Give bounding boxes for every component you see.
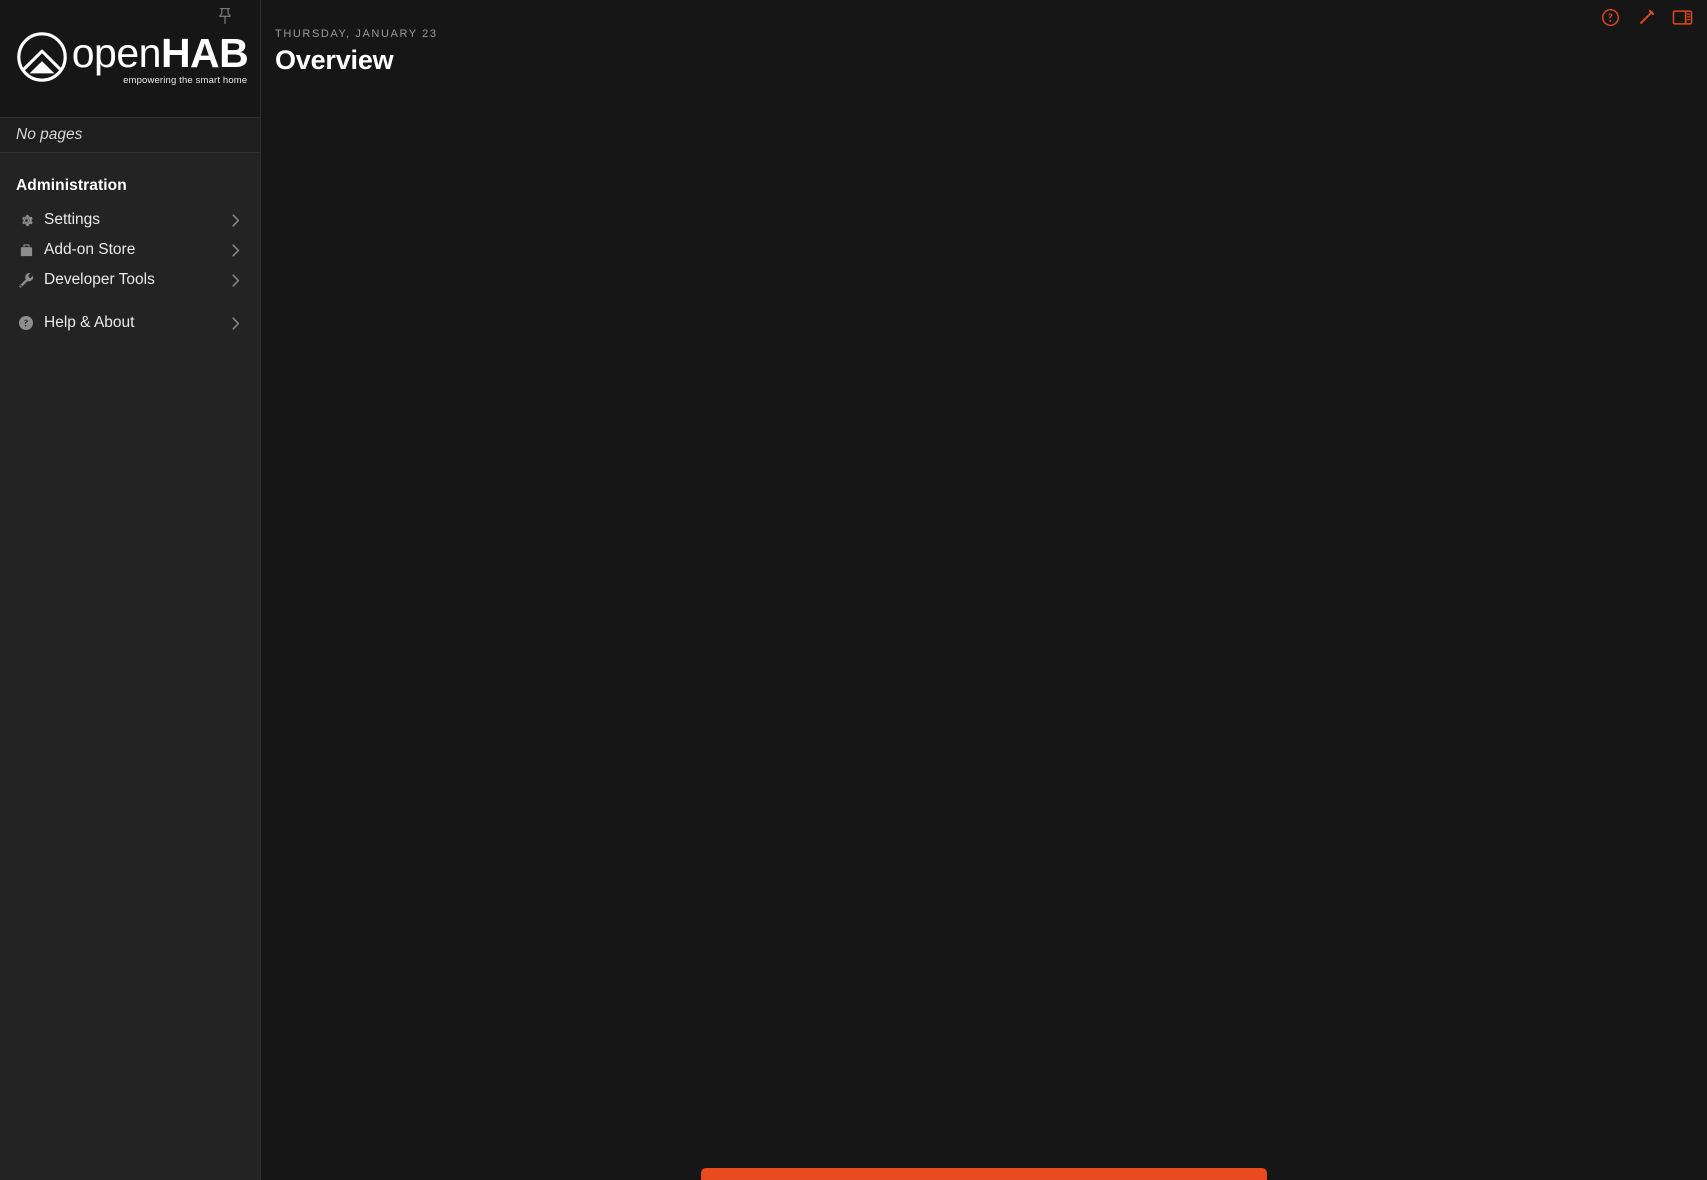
wrench-icon — [16, 270, 36, 290]
admin-nav-list: Settings Add-on Store Developer Tools He… — [0, 205, 260, 338]
nav-separator-gap — [0, 295, 260, 308]
sidebar-item-label: Add-on Store — [44, 241, 136, 258]
openhab-logo-mark — [16, 31, 68, 88]
sidebar-pages-section: No pages — [0, 117, 260, 153]
gear-icon — [16, 210, 36, 230]
edit-pencil-icon[interactable] — [1635, 6, 1657, 28]
sidebar-item-settings[interactable]: Settings — [0, 205, 260, 235]
sidebar-item-label: Settings — [44, 211, 101, 228]
chevron-right-icon — [230, 315, 242, 331]
chevron-right-icon — [230, 212, 242, 228]
sidebar-item-label: Developer Tools — [44, 271, 155, 288]
sidebar: openHAB empowering the smart home No pag… — [0, 0, 261, 1180]
sidebar-item-developer-tools[interactable]: Developer Tools — [0, 265, 260, 295]
sidebar-item-label: Help & About — [44, 314, 135, 331]
overview-content-area — [261, 86, 1707, 1180]
page-date: THURSDAY, JANUARY 23 — [275, 28, 438, 40]
sidebar-item-help-about[interactable]: Help & About — [0, 308, 260, 338]
openhab-app-window: openHAB empowering the smart home No pag… — [0, 0, 1707, 1180]
toast-notification[interactable] — [701, 1168, 1267, 1180]
page-title: Overview — [275, 45, 394, 75]
pin-icon[interactable] — [214, 5, 236, 27]
main-content: THURSDAY, JANUARY 23 Overview — [261, 0, 1707, 1180]
chevron-right-icon — [230, 272, 242, 288]
logo-word-hab: HAB — [160, 30, 249, 76]
help-icon[interactable] — [1599, 6, 1621, 28]
logo-tagline: empowering the smart home — [123, 75, 248, 86]
question-circle-icon — [16, 313, 36, 333]
header-actions — [1599, 6, 1693, 28]
sidebar-toggle-icon[interactable] — [1671, 6, 1693, 28]
sidebar-item-addon-store[interactable]: Add-on Store — [0, 235, 260, 265]
logo-word-open: open — [71, 30, 162, 76]
administration-heading: Administration — [16, 177, 127, 194]
no-pages-label: No pages — [16, 126, 83, 143]
page-header: THURSDAY, JANUARY 23 Overview — [261, 0, 1707, 86]
openhab-logo-text: openHAB empowering the smart home — [71, 30, 249, 87]
chevron-right-icon — [230, 242, 242, 258]
openhab-logo[interactable]: openHAB empowering the smart home — [16, 31, 249, 88]
sidebar-logo-area: openHAB empowering the smart home — [0, 0, 260, 117]
briefcase-icon — [16, 240, 36, 260]
page-header-text: THURSDAY, JANUARY 23 Overview — [275, 28, 438, 76]
